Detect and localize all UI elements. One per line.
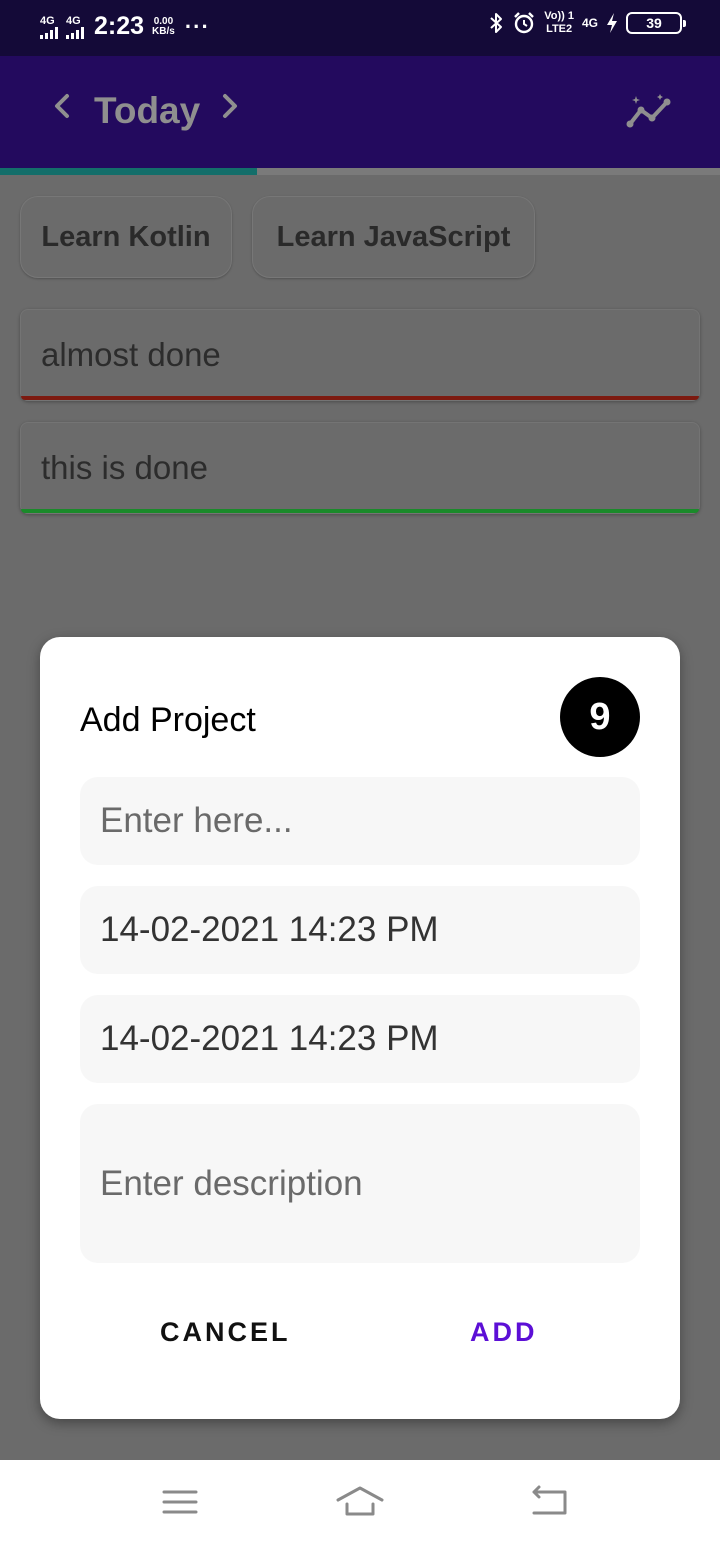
start-datetime-field[interactable]: 14-02-2021 14:23 PM: [80, 886, 640, 974]
network-type-2: 4G: [66, 14, 81, 27]
task-card[interactable]: almost done: [20, 309, 700, 401]
network-speed: 0.00 KB/s: [152, 15, 175, 37]
status-bar: 4G 4G 2:23 0.00 KB/s ··· Vo)) 1 LTE2 4G: [0, 0, 720, 56]
navigation-bar: [0, 1460, 720, 1544]
task-text: this is done: [41, 449, 208, 486]
network-type-3: 4G: [581, 16, 598, 30]
next-day-icon[interactable]: [216, 88, 244, 124]
network-type-1: 4G: [40, 14, 55, 27]
back-icon[interactable]: [525, 1480, 575, 1524]
insights-icon[interactable]: [624, 92, 674, 132]
project-chip[interactable]: Learn Kotlin: [20, 196, 232, 278]
dialog-title: Add Project: [80, 701, 256, 739]
charging-icon: [607, 13, 617, 33]
task-text: almost done: [41, 336, 221, 373]
task-status-bar: [21, 509, 699, 513]
signal-icon: 4G: [66, 15, 84, 39]
signal-icon: 4G: [40, 15, 58, 39]
previous-day-icon[interactable]: [48, 88, 76, 124]
speed-value: 0.00: [153, 15, 174, 27]
battery-icon: 39: [626, 12, 686, 34]
add-project-dialog: Add Project 9 14-02-2021 14:23 PM 14-02-…: [40, 637, 680, 1419]
bluetooth-icon: [490, 13, 503, 33]
home-icon[interactable]: [335, 1480, 385, 1524]
more-notifications-icon: ···: [184, 13, 210, 39]
day-progress-bar: [0, 168, 720, 175]
speed-unit: KB/s: [152, 25, 175, 37]
clock: 2:23: [94, 12, 145, 40]
volte-top: Vo)) 1: [544, 10, 574, 22]
end-datetime-field[interactable]: 14-02-2021 14:23 PM: [80, 995, 640, 1083]
alarm-icon: [514, 12, 535, 34]
add-button[interactable]: ADD: [470, 1317, 538, 1348]
day-title: Today: [94, 90, 201, 131]
menu-icon[interactable]: [155, 1480, 205, 1524]
battery-level: 39: [646, 15, 662, 31]
day-progress-fill: [0, 168, 258, 175]
cancel-button[interactable]: CANCEL: [160, 1317, 291, 1348]
volte-bottom: LTE2: [546, 23, 573, 35]
task-status-bar: [21, 396, 699, 400]
description-input[interactable]: [80, 1104, 640, 1263]
project-name-input[interactable]: [80, 777, 640, 865]
volte-indicator: Vo)) 1 LTE2: [544, 10, 574, 36]
task-card[interactable]: this is done: [20, 422, 700, 514]
project-chip[interactable]: Learn JavaScript: [252, 196, 535, 278]
project-count-badge: 9: [560, 677, 640, 757]
